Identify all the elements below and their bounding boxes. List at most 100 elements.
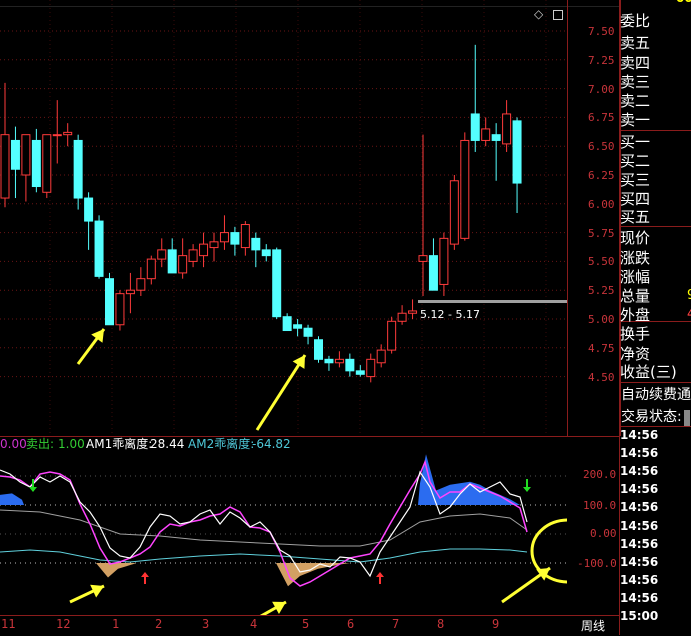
quote-label: 委比: [620, 12, 651, 30]
candle-body: [10, 139, 20, 170]
candle-body: [261, 249, 271, 257]
am1-line: [0, 459, 528, 587]
ma-line: [0, 509, 528, 547]
diamond-icon[interactable]: ◇: [534, 8, 544, 20]
quote-label: 买四: [620, 190, 651, 208]
quote-label: 涨跌: [620, 249, 651, 267]
panel-sep-4: [619, 382, 691, 383]
tick-time: 14:56: [620, 500, 659, 515]
highlight-circle: [530, 518, 567, 584]
quote-label: 卖五: [620, 34, 651, 52]
indicator-partial-value: 0.00: [0, 437, 27, 451]
candle-body: [272, 249, 282, 318]
candle-body: [84, 197, 94, 222]
candle-body: [73, 139, 83, 199]
quote-value: 9: [687, 286, 691, 306]
sell-signal-icon: [29, 487, 37, 492]
scroll-thumb[interactable]: [684, 410, 690, 426]
candle-body: [21, 134, 31, 176]
square-icon[interactable]: [553, 10, 563, 20]
time-axis: [0, 615, 619, 636]
period-label[interactable]: 周线: [581, 617, 605, 634]
quote-row: 买四: [620, 189, 691, 209]
candle-body: [502, 113, 512, 145]
tick-time: 14:56: [620, 428, 659, 442]
x-label-2: 2: [155, 617, 163, 631]
candle-body: [188, 249, 198, 262]
tick-time: 14:56: [620, 518, 659, 533]
quote-row: 卖三: [620, 72, 691, 92]
price-range-label: 5.12 - 5.17: [420, 308, 480, 321]
quote-row: 涨跌: [620, 248, 691, 268]
quote-row: 卖四: [620, 53, 691, 73]
tick-time: 14:56: [620, 446, 659, 461]
quote-row: 现价: [620, 228, 691, 248]
candle-body: [387, 320, 397, 351]
quote-value: 4: [687, 305, 691, 325]
am2-label: AM2乖离度:: [188, 437, 255, 451]
candle-body: [125, 289, 135, 295]
candle-body: [251, 237, 261, 251]
candle-body: [418, 255, 428, 262]
candle-body: [178, 255, 188, 274]
quote-label: 净资: [620, 345, 651, 363]
am2-line: [0, 548, 528, 563]
x-label-7: 7: [392, 617, 400, 631]
x-label-3: 3: [202, 617, 210, 631]
am1-label: AM1乖离度:: [86, 437, 153, 451]
tick-time: 15:00: [620, 609, 659, 623]
trade-status-label: 交易状态:: [621, 409, 682, 425]
sell-signal-icon: [523, 487, 531, 492]
candle-body: [42, 134, 52, 193]
indicator-axis-neg100: -100.0: [577, 557, 617, 570]
quote-label: 买二: [620, 152, 651, 170]
candle-body: [481, 128, 491, 141]
candle-body: [345, 358, 355, 372]
indicator-chart[interactable]: [0, 452, 567, 615]
candlestick-chart[interactable]: [0, 0, 567, 436]
candle-body: [470, 113, 480, 141]
quote-row: 净资: [620, 344, 691, 364]
candle-body: [314, 339, 323, 360]
quote-row: 买二: [620, 151, 691, 171]
quote-label: 卖二: [620, 92, 651, 110]
quote-row: 买三: [620, 170, 691, 190]
quote-label: 换手: [620, 325, 651, 343]
quote-row: 买五: [620, 207, 691, 227]
candle-body: [376, 349, 386, 364]
candle-body: [31, 139, 41, 188]
quote-row: 收益(三): [620, 362, 691, 382]
candle-body: [240, 224, 250, 249]
quote-row: 买一: [620, 132, 691, 152]
candle-body: [439, 237, 449, 285]
x-label-8: 8: [437, 617, 445, 631]
arrow-annotation-head: [91, 329, 104, 343]
quote-row: 总量 9: [620, 286, 691, 306]
candle-body: [334, 358, 344, 364]
fill-above: [0, 493, 24, 505]
candle-body: [146, 258, 156, 280]
candle-body: [449, 180, 459, 245]
am1-value: 28.44: [150, 437, 185, 451]
candle-body: [355, 370, 365, 375]
quote-row: 卖二: [620, 91, 691, 111]
quote-row: 卖一: [620, 110, 691, 130]
x-label-1: 1: [112, 617, 120, 631]
tick-time: 14:56: [620, 590, 659, 605]
candle-body: [136, 278, 146, 291]
quote-row: 委比: [620, 11, 691, 31]
sell-label: 卖出:: [26, 437, 55, 451]
x-label-4: 4: [250, 617, 258, 631]
candle-body: [460, 139, 470, 239]
quote-row: 外盘 4: [620, 305, 691, 325]
candle-body: [428, 255, 438, 291]
fill-below: [96, 563, 136, 578]
candle-body: [209, 241, 219, 249]
candle-body: [94, 220, 104, 277]
tick-time: 14:56: [620, 536, 659, 551]
panel-sep-1: [619, 130, 691, 131]
quote-label: 卖一: [620, 111, 651, 129]
candle-body: [491, 134, 501, 141]
candle-body: [303, 327, 313, 337]
auto-fee-link[interactable]: 自动续费通: [621, 384, 691, 404]
